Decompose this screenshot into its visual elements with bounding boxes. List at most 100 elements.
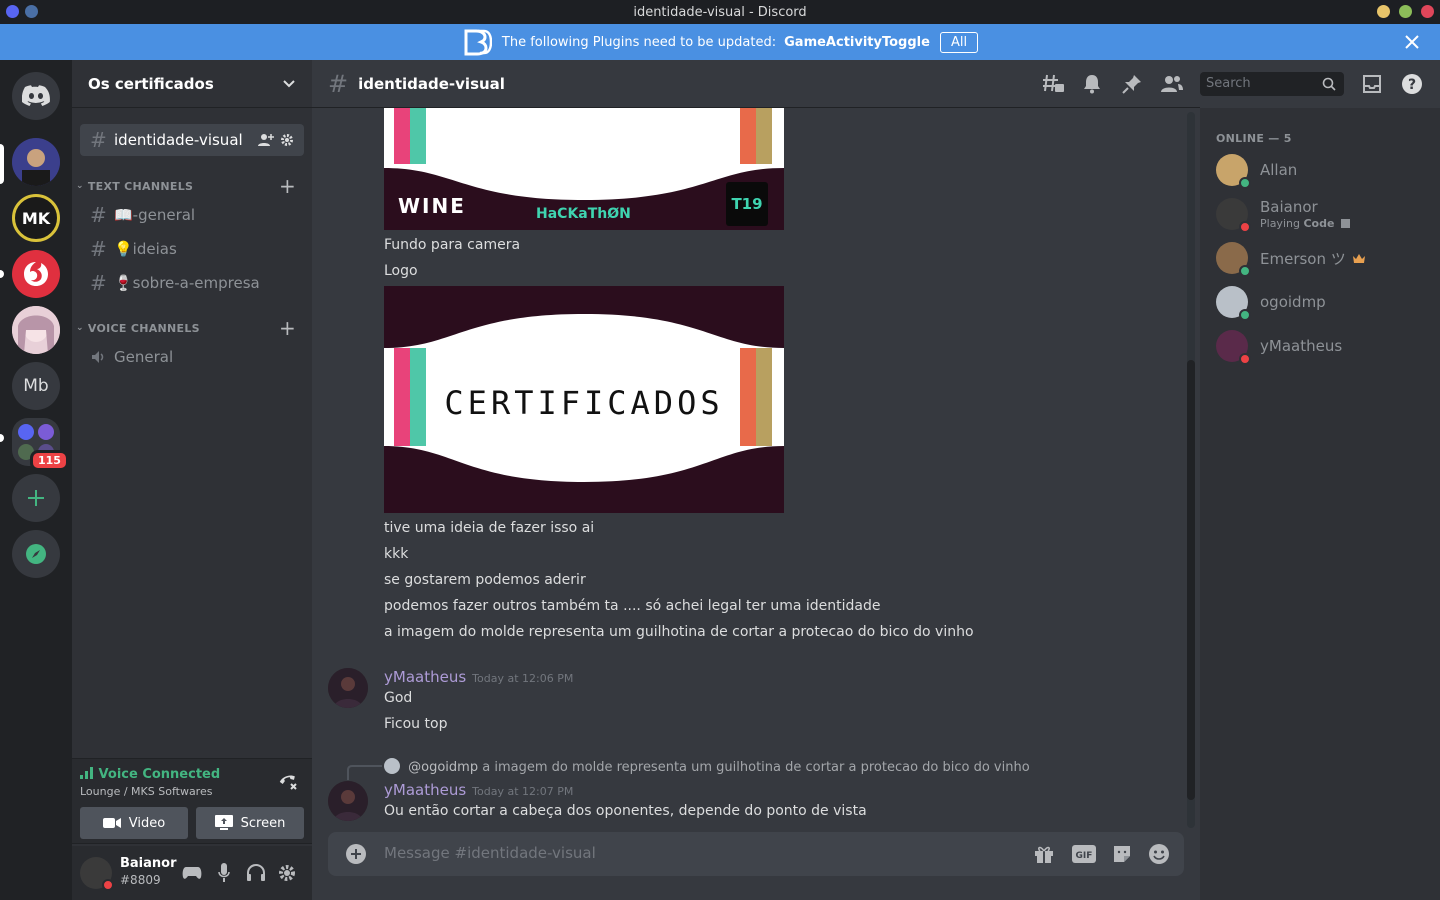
member-avatar (1216, 286, 1251, 321)
server-anime[interactable] (12, 306, 60, 354)
inbox-icon[interactable] (1362, 74, 1382, 94)
minimize-button[interactable] (1377, 5, 1390, 18)
message-line: podemos fazer outros também ta .... só a… (384, 598, 881, 614)
channel-label: General (114, 348, 174, 366)
close-banner-icon[interactable] (1402, 32, 1422, 52)
invite-icon[interactable] (258, 133, 274, 147)
search-icon (1322, 77, 1336, 91)
create-channel-icon[interactable]: + (279, 174, 296, 198)
compass-icon (26, 544, 46, 564)
anime-avatar-icon (12, 306, 60, 354)
server-mb-label: Mb (23, 376, 49, 396)
screen-label: Screen (240, 815, 286, 831)
gift-icon[interactable] (1034, 844, 1054, 864)
explore-servers-button[interactable] (12, 530, 60, 578)
active-server-indicator (0, 144, 4, 184)
bell-icon[interactable] (1082, 74, 1102, 94)
close-window-button[interactable] (1421, 5, 1434, 18)
reply-avatar (384, 758, 400, 774)
channel-label: 💡ideias (114, 240, 177, 258)
home-button[interactable] (12, 72, 60, 120)
add-server-button[interactable] (12, 474, 60, 522)
banner-plugin-link[interactable]: GameActivityToggle (784, 35, 930, 50)
server-mb[interactable]: Mb (12, 362, 60, 410)
image-attachment-wine-hackathon[interactable]: WINE HaCKaThØN T19 (384, 108, 784, 230)
threads-icon[interactable] (1042, 74, 1064, 94)
channel-identidade-visual[interactable]: # identidade-visual (80, 124, 304, 156)
member-item[interactable]: yMaatheus (1208, 325, 1432, 367)
help-icon[interactable]: ? (1401, 73, 1423, 95)
channel-ideias[interactable]: # 💡ideias (80, 233, 304, 265)
chevron-icon: ⌄ (76, 181, 84, 191)
gif-icon[interactable]: GIF (1072, 845, 1096, 863)
hash-icon: # (90, 203, 107, 227)
gamepad-icon[interactable] (182, 865, 202, 881)
member-item[interactable]: Allan (1208, 149, 1432, 191)
reply-preview[interactable]: @ogoidmp a imagem do molde representa um… (384, 758, 1030, 775)
banner-text: The following Plugins need to be updated… (501, 34, 777, 50)
screen-share-button[interactable]: Screen (196, 807, 304, 839)
rich-presence-icon (1340, 219, 1350, 228)
chevron-icon: ⌄ (76, 323, 84, 333)
voice-channel-general[interactable]: General (80, 341, 304, 373)
signal-icon (80, 767, 93, 779)
author-name[interactable]: yMaatheus (384, 781, 466, 799)
member-item[interactable]: Baianor Playing Code (1208, 193, 1432, 235)
user-avatar[interactable] (80, 857, 114, 891)
search-input[interactable]: Search (1200, 72, 1344, 96)
headphones-icon[interactable] (246, 864, 266, 882)
reply-mention: @ogoidmp (408, 760, 479, 775)
hackathon-logo-text: HaCKaThØN (536, 206, 631, 222)
pin-icon[interactable] (1122, 74, 1142, 94)
t19-logo-text: T19 (726, 182, 768, 226)
wine-logo-text: WINE (398, 194, 466, 218)
video-button[interactable]: Video (80, 807, 188, 839)
discord-logo-icon (22, 85, 50, 106)
dnd-status-icon (102, 879, 114, 891)
voice-location[interactable]: Lounge / MKS Softwares (80, 785, 212, 798)
activity-game: Code (1303, 217, 1335, 230)
server-name: Os certificados (88, 74, 214, 93)
avatar[interactable] (328, 668, 368, 708)
settings-gear-icon[interactable] (278, 864, 296, 882)
reply-spine-icon (347, 765, 382, 780)
voice-status-label: Voice Connected (98, 767, 221, 782)
server-nest[interactable] (12, 250, 60, 298)
sticker-icon[interactable] (1112, 844, 1132, 864)
voice-channels-category[interactable]: ⌄ VOICE CHANNELS + (76, 316, 306, 340)
message-scrollbar[interactable] (1187, 112, 1195, 828)
channel-sidebar: Os certificados # identidade-visual ⌄ TE… (72, 60, 312, 900)
search-placeholder: Search (1206, 76, 1251, 91)
member-item[interactable]: ogoidmp (1208, 281, 1432, 323)
reply-text: a imagem do molde representa um guilhoti… (482, 760, 1030, 775)
channel-general[interactable]: # 📖-general (80, 199, 304, 231)
ymaatheus-avatar-icon (328, 781, 368, 821)
server-header[interactable]: Os certificados (72, 60, 312, 108)
server-mks[interactable]: MK (12, 194, 60, 242)
gear-icon[interactable] (280, 133, 294, 147)
author-name[interactable]: yMaatheus (384, 668, 466, 686)
update-all-button[interactable]: All (939, 31, 979, 53)
microphone-icon[interactable] (218, 863, 230, 883)
channel-sobre-a-empresa[interactable]: # 🍷sobre-a-empresa (80, 267, 304, 299)
maximize-button[interactable] (1399, 5, 1412, 18)
emoji-icon[interactable] (1148, 843, 1170, 865)
upload-plus-icon[interactable] (346, 844, 366, 864)
server-os-certificados[interactable] (12, 138, 60, 186)
scrollbar-thumb[interactable] (1187, 360, 1195, 800)
avatar[interactable] (328, 781, 368, 821)
message-input[interactable] (384, 844, 984, 862)
text-channels-category[interactable]: ⌄ TEXT CHANNELS + (76, 174, 306, 198)
member-item[interactable]: Emerson ツ (1208, 237, 1432, 279)
crown-icon (1352, 253, 1365, 263)
category-label: TEXT CHANNELS (87, 179, 194, 193)
disconnect-icon[interactable] (278, 773, 298, 791)
activity-prefix: Playing (1260, 217, 1300, 230)
image-attachment-certificados[interactable]: CERTIFICADOS (384, 286, 784, 513)
create-channel-icon[interactable]: + (279, 316, 296, 340)
member-avatar (1216, 154, 1251, 189)
online-status-icon (1239, 265, 1251, 277)
member-list-icon[interactable] (1160, 74, 1184, 94)
message-timestamp: Today at 12:06 PM (472, 672, 574, 685)
window-menu-icon[interactable] (25, 5, 38, 18)
